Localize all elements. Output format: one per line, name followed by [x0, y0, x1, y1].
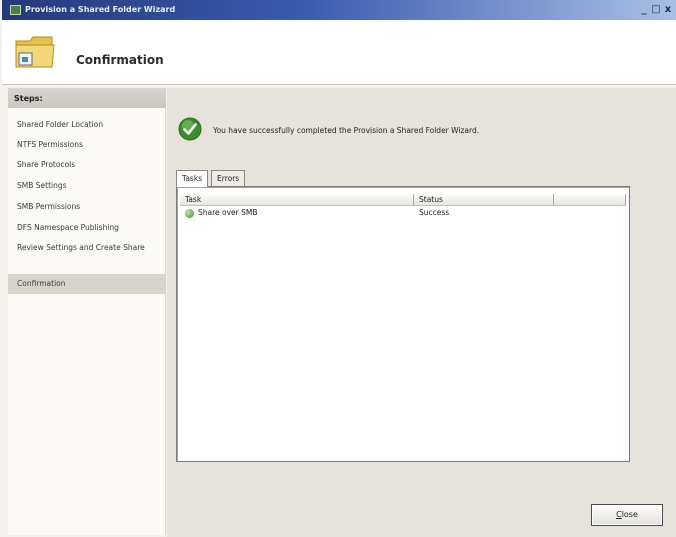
steps-pane: Steps: Shared Folder Location NTFS Permi…	[8, 88, 166, 535]
step-review-settings[interactable]: Review Settings and Create Share	[8, 243, 158, 253]
task-cell[interactable]: Share over SMB	[198, 208, 258, 217]
page-title: Confirmation	[76, 53, 164, 67]
column-blank[interactable]	[554, 194, 626, 206]
title-bar[interactable]: Provision a Shared Folder Wizard _ □ x	[2, 0, 676, 20]
wizard-header: Confirmation	[2, 20, 676, 85]
step-dfs-namespace-publishing[interactable]: DFS Namespace Publishing	[8, 223, 166, 233]
tab-errors[interactable]: Errors	[211, 170, 246, 186]
tasks-grid[interactable]	[176, 186, 630, 462]
close-window-button[interactable]: x	[662, 3, 674, 17]
app-icon	[10, 5, 21, 15]
status-cell[interactable]: Success	[419, 208, 449, 217]
step-share-protocols[interactable]: Share Protocols	[8, 160, 166, 170]
tab-tasks[interactable]: Tasks	[176, 170, 209, 187]
folder-icon	[15, 36, 55, 68]
minimize-button[interactable]: _	[638, 3, 650, 17]
close-button[interactable]: Close	[591, 504, 663, 526]
step-shared-folder-location[interactable]: Shared Folder Location	[8, 120, 166, 130]
step-confirmation[interactable]: Confirmation	[8, 274, 166, 294]
success-check-icon	[178, 117, 202, 141]
wizard-window: Provision a Shared Folder Wizard _ □ x C…	[0, 0, 676, 537]
step-ntfs-permissions[interactable]: NTFS Permissions	[8, 140, 166, 150]
close-button-label: lose	[621, 510, 638, 519]
step-smb-permissions[interactable]: SMB Permissions	[8, 202, 166, 212]
success-message: You have successfully completed the Prov…	[213, 126, 480, 135]
window-title: Provision a Shared Folder Wizard	[25, 5, 176, 14]
success-status-icon	[185, 209, 194, 218]
column-task[interactable]: Task	[180, 194, 414, 206]
step-smb-settings[interactable]: SMB Settings	[8, 181, 166, 191]
steps-heading: Steps:	[8, 88, 166, 108]
maximize-button[interactable]: □	[650, 3, 662, 17]
column-status[interactable]: Status	[414, 194, 554, 206]
